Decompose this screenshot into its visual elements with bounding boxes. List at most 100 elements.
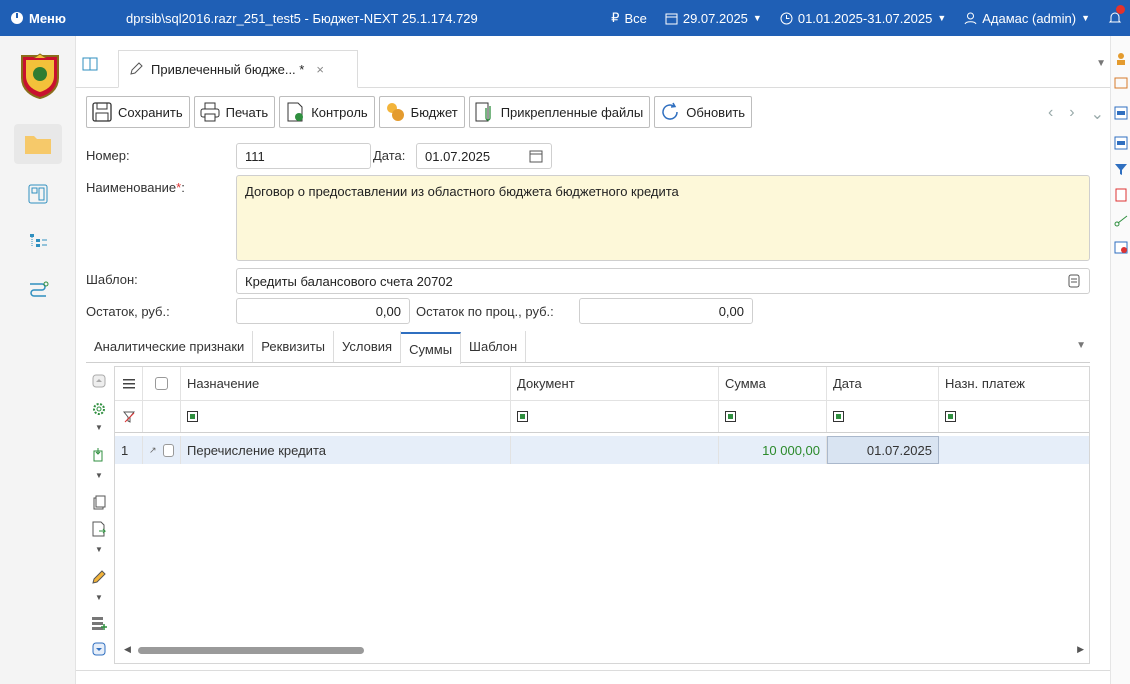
cell-document[interactable] — [511, 436, 719, 464]
balance-input[interactable]: 0,00 — [236, 298, 410, 324]
control-label: Контроль — [311, 104, 368, 120]
print-button[interactable]: Печать — [193, 96, 276, 128]
archive-icon[interactable] — [1114, 76, 1128, 90]
budget-button[interactable]: Бюджет — [378, 96, 465, 128]
save-icon — [92, 102, 112, 122]
filter-checkbox — [833, 411, 844, 422]
arrow-up-icon — [92, 374, 106, 388]
tab-requisites[interactable]: Реквизиты — [253, 331, 335, 362]
horizontal-scrollbar[interactable]: ◀ ▶ — [114, 642, 1090, 658]
pencil-icon — [130, 62, 143, 75]
filter-document[interactable] — [511, 401, 719, 432]
chevron-down-icon[interactable]: ▼ — [90, 540, 108, 558]
chevron-left-icon[interactable]: ‹ — [1048, 104, 1053, 124]
tab-sums[interactable]: Суммы — [401, 332, 462, 364]
refresh-label: Обновить — [686, 104, 746, 120]
table-row[interactable]: 1 ↗ Перечисление кредита 10 000,00 01.07… — [115, 436, 1089, 464]
tab-attracted-budget[interactable]: Привлеченный бюдже... * × — [118, 50, 358, 88]
chevron-down-icon[interactable]: ⌄ — [1091, 104, 1104, 124]
tab-conditions[interactable]: Условия — [334, 331, 402, 362]
edit-button[interactable] — [90, 568, 108, 586]
scrollbar-thumb[interactable] — [138, 647, 364, 654]
print-label: Печать — [225, 104, 269, 120]
calendar-icon[interactable] — [529, 149, 543, 163]
filter-date[interactable] — [827, 401, 939, 432]
refresh-button[interactable]: Обновить — [654, 96, 753, 128]
book-icon[interactable] — [80, 54, 100, 74]
cell-date[interactable]: 01.07.2025 — [827, 436, 939, 464]
cell-payment-purpose[interactable] — [939, 436, 1089, 464]
col-date[interactable]: Дата — [827, 367, 939, 400]
users-icon[interactable] — [1114, 52, 1128, 66]
sidebar-item-tree[interactable] — [24, 228, 52, 256]
budget-filter[interactable]: ₽ Все — [611, 10, 647, 26]
filter-icon[interactable] — [1114, 162, 1128, 176]
number-input[interactable]: 111 — [236, 143, 371, 169]
sidebar-item-dashboard[interactable] — [24, 180, 52, 208]
interest-balance-label: Остаток по проц., руб.: — [416, 304, 554, 319]
name-textarea[interactable]: Договор о предоставлении из областного б… — [236, 175, 1090, 261]
save-button[interactable]: Сохранить — [86, 96, 190, 128]
filter-purpose[interactable] — [181, 401, 511, 432]
sql-icon[interactable] — [1114, 106, 1128, 120]
chevron-right-icon[interactable]: › — [1069, 104, 1074, 124]
close-icon[interactable]: × — [316, 62, 324, 77]
chevron-down-icon[interactable]: ▼ — [1096, 58, 1106, 69]
calendar-check-icon[interactable] — [1114, 240, 1128, 254]
select-template-icon[interactable] — [1067, 274, 1081, 288]
period-selector[interactable]: 01.01.2025-31.07.2025 ▼ — [780, 11, 946, 26]
chevron-down-icon[interactable]: ▼ — [1076, 340, 1086, 351]
filter-sum[interactable] — [719, 401, 827, 432]
scroll-down-button[interactable] — [90, 640, 108, 658]
sidebar-item-workflow[interactable] — [24, 276, 52, 304]
export-button[interactable] — [90, 520, 108, 538]
cell-sum[interactable]: 10 000,00 — [719, 436, 827, 464]
scroll-left-icon[interactable]: ◀ — [124, 644, 131, 655]
chevron-down-icon: ▼ — [1081, 13, 1090, 23]
chevron-down-icon[interactable]: ▼ — [90, 466, 108, 484]
workflow-icon — [30, 281, 49, 297]
filter-payment-purpose[interactable] — [939, 401, 1089, 432]
sql-report-icon[interactable] — [1114, 136, 1128, 150]
col-payment-purpose[interactable]: Назн. платеж — [939, 367, 1089, 400]
date-input[interactable]: 01.07.2025 — [416, 143, 552, 169]
control-button[interactable]: Контроль — [279, 96, 375, 128]
select-all-checkbox[interactable] — [143, 367, 181, 400]
settings-button[interactable] — [90, 400, 108, 418]
tab-analytic-attributes[interactable]: Аналитические признаки — [86, 331, 254, 362]
power-icon — [11, 12, 23, 24]
report-icon[interactable] — [1114, 188, 1128, 202]
chevron-down-icon: ▼ — [752, 13, 762, 23]
cell-purpose[interactable]: Перечисление кредита — [181, 436, 511, 464]
dashboard-icon — [28, 184, 48, 204]
chevron-down-icon[interactable]: ▼ — [90, 418, 108, 436]
save-label: Сохранить — [118, 104, 183, 120]
interest-balance-input[interactable]: 0,00 — [579, 298, 753, 324]
menu-button[interactable]: Меню — [0, 0, 78, 36]
app-title: dprsib\sql2016.razr_251_test5 - Бюджет-N… — [126, 10, 478, 26]
copy-button[interactable] — [90, 494, 108, 512]
resize-icon: ↗ — [149, 444, 157, 455]
clear-filter-button[interactable] — [115, 401, 143, 432]
template-input[interactable]: Кредиты балансового счета 20702 — [236, 268, 1090, 294]
col-document[interactable]: Документ — [511, 367, 719, 400]
attached-files-button[interactable]: Прикрепленные файлы — [468, 96, 651, 128]
row-select[interactable]: ↗ — [143, 436, 181, 464]
current-date-value: 29.07.2025 — [682, 10, 748, 26]
import-button[interactable] — [90, 446, 108, 464]
current-date-selector[interactable]: 29.07.2025 ▼ — [665, 11, 762, 26]
scissors-icon[interactable] — [1114, 214, 1128, 228]
user-menu[interactable]: Адамас (admin) ▼ — [964, 11, 1090, 26]
notifications-button[interactable] — [1108, 5, 1125, 25]
printer-icon — [200, 102, 220, 122]
scroll-up-button[interactable] — [90, 372, 108, 390]
col-purpose[interactable]: Назначение — [181, 367, 511, 400]
add-row-button[interactable] — [90, 614, 108, 632]
col-sum[interactable]: Сумма — [719, 367, 827, 400]
tab-template[interactable]: Шаблон — [461, 331, 527, 362]
column-menu[interactable] — [115, 367, 143, 400]
chevron-down-icon[interactable]: ▼ — [90, 588, 108, 606]
sidebar-item-documents[interactable] — [14, 124, 62, 164]
scroll-right-icon[interactable]: ▶ — [1077, 644, 1084, 655]
coins-icon — [386, 103, 404, 121]
